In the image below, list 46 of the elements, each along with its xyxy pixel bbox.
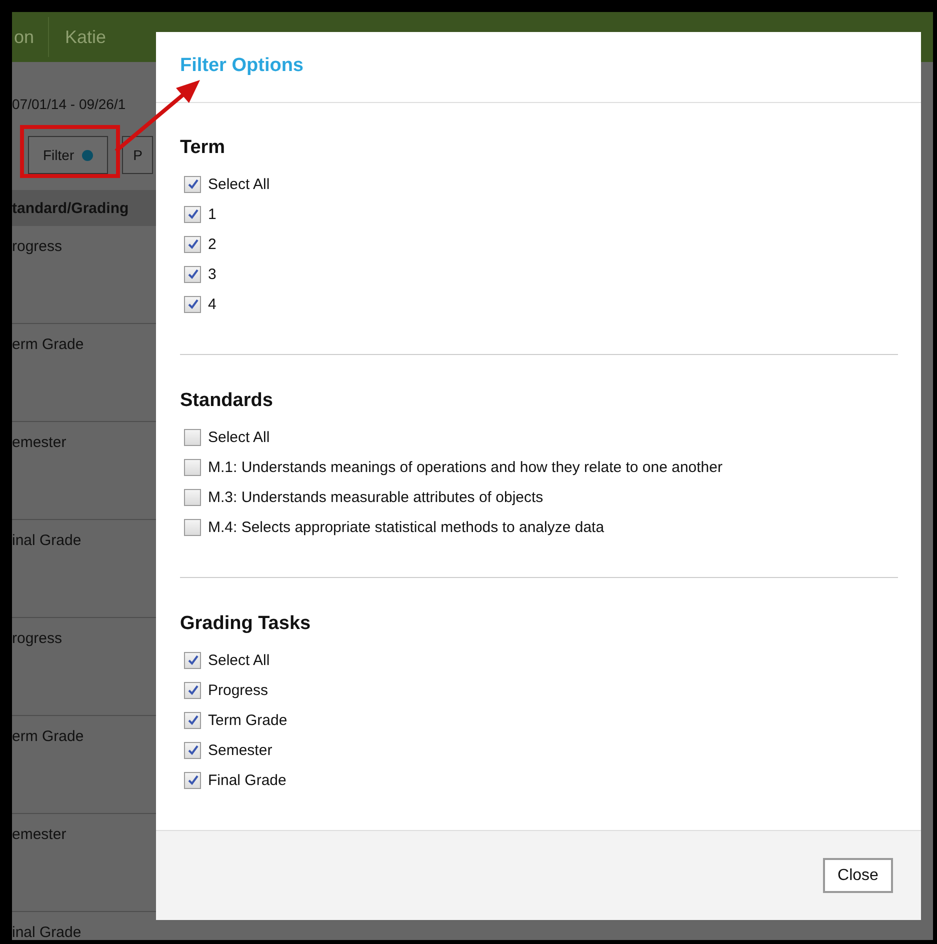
toolbar-button[interactable]: P bbox=[122, 136, 154, 174]
nav-item[interactable]: Katie bbox=[63, 26, 120, 48]
dialog-title: Filter Options bbox=[180, 55, 304, 77]
checkbox[interactable] bbox=[184, 742, 201, 758]
table-cell: erm Grade bbox=[12, 336, 84, 353]
checkbox-label: M.3: Understands measurable attributes of objects bbox=[208, 488, 544, 506]
checkbox[interactable] bbox=[184, 488, 201, 506]
checkbox[interactable] bbox=[184, 772, 201, 788]
table-cell: erm Grade bbox=[12, 728, 84, 745]
checkbox[interactable] bbox=[184, 266, 201, 282]
checkbox-label: Semester bbox=[208, 742, 272, 758]
checkbox[interactable] bbox=[184, 682, 201, 698]
table-cell: rogress bbox=[12, 238, 62, 255]
nav-item[interactable]: on bbox=[12, 26, 48, 48]
filter-button[interactable]: Filter bbox=[28, 136, 108, 174]
checkbox[interactable] bbox=[184, 236, 201, 252]
close-button[interactable]: Close bbox=[823, 858, 893, 893]
checkbox[interactable] bbox=[184, 458, 201, 476]
checkbox-label: M.1: Understands meanings of operations and how they relate to one another bbox=[208, 458, 722, 476]
checkbox-label: Term Grade bbox=[208, 712, 288, 728]
section-heading: Grading Tasks bbox=[180, 612, 312, 636]
checkbox-label: Progress bbox=[208, 682, 268, 698]
checkbox[interactable] bbox=[184, 296, 201, 312]
table-cell: emester bbox=[12, 826, 66, 843]
checkbox[interactable] bbox=[184, 428, 201, 446]
checkbox[interactable] bbox=[184, 712, 201, 728]
checkbox-label: 1 bbox=[208, 206, 216, 222]
checkbox-label: 4 bbox=[208, 296, 216, 312]
table-cell: rogress bbox=[12, 630, 62, 647]
checkbox-label: 3 bbox=[208, 266, 216, 282]
table-cell: emester bbox=[12, 434, 66, 451]
checkbox-label: 2 bbox=[208, 236, 216, 252]
checkbox-label: M.4: Selects appropriate statistical methods to analyze data bbox=[208, 518, 604, 536]
table-cell: inal Grade bbox=[12, 924, 82, 940]
date-range: 07/01/14 - 09/26/1 bbox=[12, 96, 127, 112]
checkbox-label: Final Grade bbox=[208, 772, 286, 788]
section-heading: Term bbox=[180, 136, 226, 160]
table-cell: inal Grade bbox=[12, 532, 82, 549]
checkbox-label: Select All bbox=[208, 428, 270, 446]
checkbox[interactable] bbox=[184, 176, 201, 192]
checkbox[interactable] bbox=[184, 652, 201, 668]
checkbox-label: Select All bbox=[208, 176, 270, 192]
checkbox[interactable] bbox=[184, 206, 201, 222]
checkbox[interactable] bbox=[184, 518, 201, 536]
section-heading: Standards bbox=[180, 389, 274, 413]
checkbox-label: Select All bbox=[208, 652, 270, 668]
